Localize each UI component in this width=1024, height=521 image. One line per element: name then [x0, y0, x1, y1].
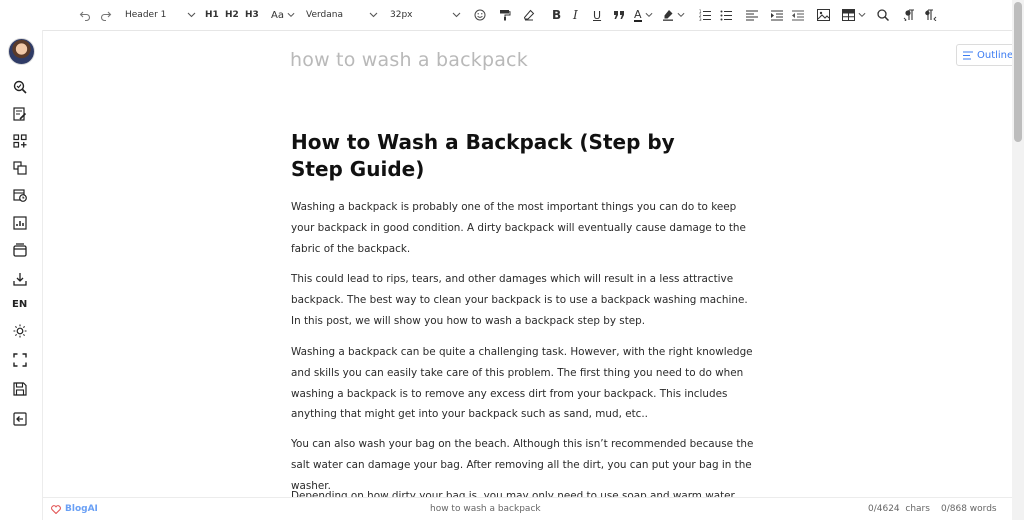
paragraph[interactable]: Washing a backpack is probably one of th…: [291, 197, 751, 259]
table-icon[interactable]: [842, 0, 866, 30]
status-doc-title: how to wash a backpack: [430, 504, 541, 514]
copy-icon[interactable]: [11, 159, 29, 177]
search-icon[interactable]: [877, 0, 889, 30]
title-input[interactable]: how to wash a backpack: [290, 49, 528, 71]
language-switch[interactable]: EN: [12, 299, 27, 310]
article-content[interactable]: How to Wash a Backpack (Step by Step Gui…: [291, 129, 759, 183]
outdent-icon[interactable]: [792, 0, 804, 30]
paragraph-text: Washing a backpack can be quite a challe…: [291, 346, 753, 421]
ordered-list-icon[interactable]: 123: [699, 0, 711, 30]
avatar[interactable]: [8, 38, 35, 65]
brand-logo[interactable]: BlogAI: [51, 504, 98, 514]
text-color-button[interactable]: A: [634, 0, 653, 30]
article-heading: How to Wash a Backpack (Step by Step Gui…: [291, 130, 675, 181]
highlight-icon[interactable]: [662, 0, 685, 30]
font-size-style-button[interactable]: Aa: [271, 0, 295, 30]
text-color-label: A: [634, 7, 642, 22]
edit-note-icon[interactable]: [11, 105, 29, 123]
scrollbar-thumb[interactable]: [1014, 2, 1022, 142]
char-count: 0/4624 chars: [868, 504, 930, 514]
block-format-select[interactable]: Header 1: [125, 0, 166, 30]
paragraph-text: Washing a backpack is probably one of th…: [291, 201, 746, 255]
quote-icon[interactable]: [613, 0, 625, 30]
scrollbar[interactable]: [1012, 0, 1024, 520]
svg-text:3: 3: [699, 17, 702, 21]
save-icon[interactable]: [11, 380, 29, 398]
search-icon[interactable]: [11, 78, 29, 96]
chevron-down-icon[interactable]: [369, 0, 378, 30]
h2-button[interactable]: H2: [225, 0, 239, 30]
paragraph-rtl-icon[interactable]: [925, 0, 937, 30]
paragraph-ltr-icon[interactable]: [903, 0, 915, 30]
clear-format-icon[interactable]: [523, 0, 535, 30]
paragraph[interactable]: Depending on how dirty your bag is, you …: [291, 486, 761, 497]
font-size-select[interactable]: 32px: [390, 0, 413, 30]
image-icon[interactable]: [817, 0, 830, 30]
editor-toolbar: Header 1 H1 H2 H3 Aa Verdana 32px B I U …: [0, 0, 1012, 31]
paragraph[interactable]: Washing a backpack can be quite a challe…: [291, 342, 761, 425]
word-count: 0/868 words: [941, 504, 997, 514]
outline-label: Outline: [977, 49, 1012, 61]
emoji-icon[interactable]: [474, 0, 486, 30]
left-sidebar: EN: [0, 30, 43, 520]
history-icon[interactable]: [11, 186, 29, 204]
stats-icon[interactable]: [11, 214, 29, 232]
font-style-label: Aa: [271, 9, 284, 21]
paragraph-text: This could lead to rips, tears, and othe…: [291, 273, 748, 327]
download-icon[interactable]: [11, 270, 29, 288]
status-bar: BlogAI how to wash a backpack 0/4624 cha…: [43, 497, 1012, 521]
paragraph-text: Depending on how dirty your bag is, you …: [291, 490, 738, 497]
heart-icon: [51, 504, 61, 514]
block-format-value: Header 1: [125, 10, 167, 20]
align-left-icon[interactable]: [746, 0, 758, 30]
outline-button[interactable]: Outline: [956, 44, 1012, 66]
editor-area: how to wash a backpack Outline How to Wa…: [43, 31, 1012, 497]
outline-icon: [963, 50, 973, 60]
fullscreen-icon[interactable]: [11, 351, 29, 369]
indent-icon[interactable]: [771, 0, 783, 30]
theme-icon[interactable]: [11, 322, 29, 340]
h3-button[interactable]: H3: [245, 0, 259, 30]
chevron-down-icon[interactable]: [187, 0, 196, 30]
archive-icon[interactable]: [11, 241, 29, 259]
exit-icon[interactable]: [11, 410, 29, 428]
bullet-list-icon[interactable]: [720, 0, 732, 30]
h1-button[interactable]: H1: [205, 0, 219, 30]
paragraph[interactable]: This could lead to rips, tears, and othe…: [291, 269, 751, 331]
font-family-value: Verdana: [306, 10, 343, 20]
italic-button[interactable]: I: [573, 0, 578, 30]
undo-icon[interactable]: [79, 0, 91, 30]
brand-name: BlogAI: [65, 504, 98, 514]
bold-button[interactable]: B: [552, 0, 561, 30]
redo-icon[interactable]: [100, 0, 112, 30]
format-painter-icon[interactable]: [499, 0, 511, 30]
chevron-down-icon[interactable]: [452, 0, 461, 30]
font-family-select[interactable]: Verdana: [306, 0, 343, 30]
underline-button[interactable]: U: [593, 0, 601, 30]
apps-add-icon[interactable]: [11, 132, 29, 150]
font-size-value: 32px: [390, 10, 413, 20]
